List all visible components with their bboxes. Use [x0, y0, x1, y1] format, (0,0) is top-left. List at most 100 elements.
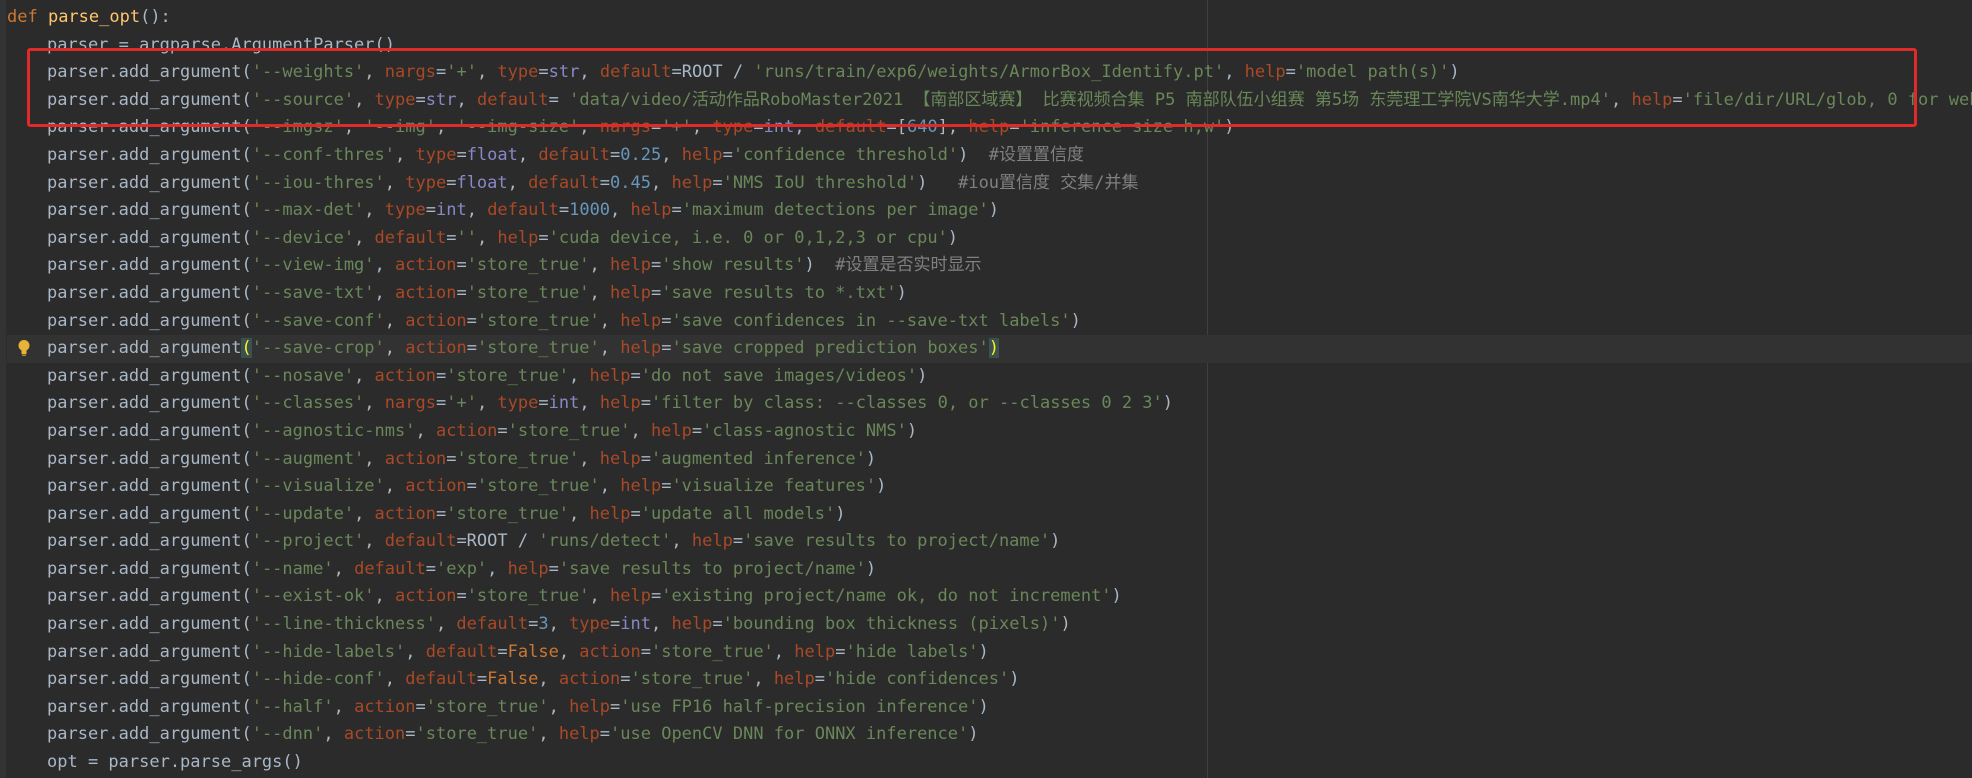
code-area[interactable]: def parse_opt(): parser = argparse.Argume…	[7, 4, 1972, 777]
code-token: parser.add_argument(	[47, 365, 252, 386]
code-line[interactable]: parser.add_argument('--visualize', actio…	[7, 473, 1972, 501]
code-token: ,	[384, 310, 406, 331]
code-token: =	[446, 448, 457, 469]
code-token: default	[528, 172, 600, 193]
code-token: '--hide-labels'	[251, 641, 406, 662]
code-line[interactable]: parser.add_argument('--exist-ok', action…	[7, 583, 1972, 611]
code-token: (	[241, 338, 252, 359]
code-line[interactable]: parser.add_argument('--project', default…	[7, 528, 1972, 556]
code-token: =	[722, 144, 733, 165]
code-token: type	[497, 62, 539, 83]
code-token: '--device'	[251, 227, 355, 248]
code-token: 'store_true'	[466, 282, 590, 303]
code-token: =	[753, 117, 764, 138]
code-line[interactable]: parser.add_argument('--iou-thres', type=…	[7, 170, 1972, 198]
code-token: help	[1631, 89, 1673, 110]
code-token: 'hide labels'	[845, 641, 979, 662]
code-line[interactable]: parser.add_argument('--save-conf', actio…	[7, 308, 1972, 336]
code-token: =	[538, 393, 549, 414]
lightbulb-icon[interactable]	[17, 339, 31, 357]
code-line[interactable]: parser.add_argument('--weights', nargs='…	[7, 59, 1972, 87]
code-line[interactable]: parser.add_argument('--conf-thres', type…	[7, 142, 1972, 170]
code-line[interactable]: opt = parser.parse_args()	[7, 749, 1972, 777]
code-token: =ROOT /	[456, 531, 539, 552]
code-line[interactable]: parser.add_argument('--classes', nargs='…	[7, 390, 1972, 418]
code-token: ,	[364, 393, 385, 414]
code-token: opt = parser.parse_args()	[47, 752, 303, 773]
code-token: ():	[140, 7, 171, 27]
code-line[interactable]: parser.add_argument('--view-img', action…	[7, 252, 1972, 280]
code-line[interactable]: parser.add_argument('--name', default='e…	[7, 556, 1972, 584]
code-token: )	[804, 255, 836, 276]
code-editor[interactable]: def parse_opt(): parser = argparse.Argume…	[0, 0, 1972, 778]
code-line[interactable]: parser.add_argument('--dnn', action='sto…	[7, 721, 1972, 749]
code-token: '--hide-conf'	[251, 669, 385, 690]
code-token: 'update all models'	[640, 503, 836, 524]
code-line[interactable]: parser.add_argument('--half', action='st…	[7, 694, 1972, 722]
code-line[interactable]: parser.add_argument('--update', action='…	[7, 501, 1972, 529]
code-token: '--imgsz'	[251, 117, 344, 138]
code-token: 'inference size h,w'	[1019, 117, 1225, 138]
code-token: str	[548, 62, 580, 83]
code-token: ,	[753, 669, 774, 690]
code-line[interactable]: parser.add_argument('--agnostic-nms', ac…	[7, 418, 1972, 446]
code-token: action	[374, 365, 436, 386]
code-token: )	[947, 227, 959, 248]
code-token: parser.add_argument(	[47, 200, 252, 221]
code-line[interactable]: def parse_opt():	[7, 4, 1972, 32]
code-token: int	[435, 200, 467, 221]
code-token: '--view-img'	[251, 255, 375, 276]
code-token: ,	[589, 255, 610, 276]
code-token: 'store_true'	[507, 420, 631, 441]
code-line[interactable]: parser.add_argument('--source', type=str…	[7, 87, 1972, 115]
code-token: '--iou-thres'	[251, 172, 385, 193]
code-token: =	[835, 641, 846, 662]
code-token: ,	[364, 448, 385, 469]
code-token: help	[620, 338, 662, 359]
code-token: =	[650, 282, 662, 303]
code-token: False	[507, 641, 559, 662]
code-token: =	[640, 641, 651, 662]
code-line[interactable]: parser.add_argument('--augment', action=…	[7, 446, 1972, 474]
code-token: parser.add_argument(	[47, 503, 252, 524]
code-token: action	[395, 586, 457, 607]
code-token: float	[466, 144, 518, 165]
code-token: 'show results'	[661, 255, 805, 276]
code-token: =	[732, 531, 744, 552]
code-token: 640	[906, 117, 938, 138]
code-line[interactable]: parser.add_argument('--hide-conf', defau…	[7, 666, 1972, 694]
code-token: ,	[415, 420, 436, 441]
code-token: nargs	[384, 62, 436, 83]
editor-gutter	[0, 0, 6, 778]
code-token: 0.25	[620, 144, 662, 165]
code-line[interactable]: parser = argparse.ArgumentParser()	[7, 32, 1972, 60]
code-token: parser.add_argument(	[47, 531, 252, 552]
code-line[interactable]: parser.add_argument('--line-thickness', …	[7, 611, 1972, 639]
code-token: parser.add_argument(	[47, 393, 252, 414]
code-line[interactable]: parser.add_argument('--nosave', action='…	[7, 363, 1972, 391]
code-token: ,	[364, 62, 385, 83]
code-token: '--line-thickness'	[251, 614, 436, 635]
code-line[interactable]: parser.add_argument('--hide-labels', def…	[7, 639, 1972, 667]
code-token: =	[712, 614, 723, 635]
code-token: ,	[405, 641, 426, 662]
code-token: parser.add_argument(	[47, 420, 252, 441]
code-line[interactable]: parser.add_argument('--save-txt', action…	[7, 280, 1972, 308]
code-token: action	[558, 669, 621, 690]
code-line[interactable]: parser.add_argument('--device', default=…	[7, 225, 1972, 253]
code-token: default	[405, 669, 477, 690]
code-token: 0.45	[610, 172, 651, 193]
code-token: help	[773, 669, 815, 690]
code-token: )	[917, 172, 959, 193]
code-token: default	[354, 558, 426, 579]
code-line[interactable]: parser.add_argument('--max-det', type=in…	[7, 197, 1972, 225]
code-token: =	[1009, 117, 1020, 138]
code-token: ,	[384, 172, 406, 193]
code-token: '--augment'	[251, 448, 365, 469]
code-line[interactable]: parser.add_argument('--imgsz', '--img', …	[7, 114, 1972, 142]
code-token: ,	[630, 420, 651, 441]
code-token: ,	[579, 448, 600, 469]
code-token: '--conf-thres'	[251, 144, 395, 165]
code-token: '--save-conf'	[251, 310, 385, 331]
code-line[interactable]: parser.add_argument('--save-crop', actio…	[7, 335, 1972, 363]
